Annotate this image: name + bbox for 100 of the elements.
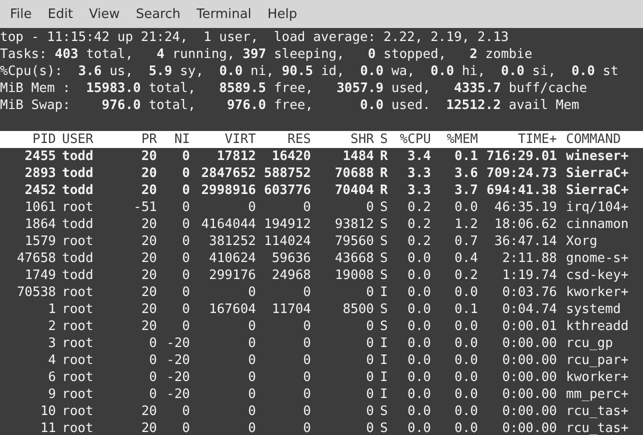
table-cell-text: 20 <box>140 267 157 284</box>
table-cell-text: 20 <box>140 403 157 420</box>
table-cell-text: 0 <box>302 335 311 352</box>
table-cell-text: todd <box>61 148 94 165</box>
summary-line: MiB Mem : 15983.0 total, 8589.5 free, 3057.9 used, 4335.7 buff/cache <box>0 80 588 97</box>
table-cell-text: 0.0 <box>454 403 478 420</box>
table-cell-text: 0:00.00 <box>501 420 557 435</box>
table-cell-text: 59636 <box>270 250 311 267</box>
table-cell-text: 70404 <box>334 182 374 199</box>
table-cell-text: 0.0 <box>406 250 431 267</box>
table-cell-text: csd-key+ <box>565 267 630 284</box>
table-cell-text: 0:03.76 <box>501 284 557 301</box>
table-cell-text: 0 <box>148 352 157 369</box>
table-cell-text: 10 <box>39 403 56 420</box>
table-cell-text: 46:35.19 <box>493 199 557 216</box>
menu-item[interactable]: Search <box>128 4 188 24</box>
table-cell-text: 0.0 <box>406 301 431 318</box>
table-cell-text: 8500 <box>342 301 374 318</box>
menu-item[interactable]: Help <box>259 4 306 24</box>
table-cell-text: -20 <box>166 335 190 352</box>
table-cell-text: 20 <box>140 182 157 199</box>
table-cell-text: 0 <box>365 369 374 386</box>
table-cell-text: 0 <box>247 386 256 403</box>
table-cell-text: 0 <box>302 318 311 335</box>
table-cell-text: 2452 <box>24 182 56 199</box>
table-cell-text: 36:47.14 <box>493 233 557 250</box>
table-cell-text: 2893 <box>24 165 56 182</box>
table-cell-text: 588752 <box>263 165 311 182</box>
table-cell-text: 0 <box>247 352 256 369</box>
table-cell-text: 0 <box>181 182 190 199</box>
table-cell-text: R <box>379 182 389 199</box>
table-cell-text: 16420 <box>270 148 311 165</box>
table-cell-text: 0 <box>302 199 311 216</box>
table-cell-text: 3.3 <box>406 182 431 199</box>
table-cell-text: 2455 <box>24 148 56 165</box>
table-cell-text: 0 <box>148 386 157 403</box>
table-cell-text: 1 <box>47 301 56 318</box>
table-cell-text: 0.0 <box>406 284 431 301</box>
table-cell-text: 0 <box>247 318 256 335</box>
table-cell-text: 19008 <box>334 267 374 284</box>
table-cell-text: 0:00.00 <box>501 386 557 403</box>
table-cell-text: I <box>379 386 389 403</box>
table-cell-text: gnome-s+ <box>565 250 630 267</box>
table-cell-text: 1061 <box>24 199 56 216</box>
table-cell-text: 0 <box>302 420 311 435</box>
column-header: RES <box>286 131 311 148</box>
table-cell-text: S <box>379 233 389 250</box>
table-cell-text: 603776 <box>263 182 311 199</box>
table-cell-text: 381252 <box>208 233 256 250</box>
table-cell-text: 0 <box>302 386 311 403</box>
table-cell-text: 0.0 <box>454 386 478 403</box>
table-cell-text: -20 <box>166 369 190 386</box>
table-cell-text: 0.0 <box>406 420 431 435</box>
table-cell-text: -20 <box>166 386 190 403</box>
menu-item[interactable]: File <box>2 4 40 24</box>
table-cell-text: root <box>61 233 94 250</box>
table-cell-text: 0.2 <box>406 233 431 250</box>
table-cell-text: wineser+ <box>565 148 630 165</box>
table-cell-text: 1.2 <box>454 216 478 233</box>
column-header: COMMAND <box>565 131 622 148</box>
table-cell-text: 0 <box>247 403 256 420</box>
column-header: TIME+ <box>516 131 557 148</box>
table-cell-text: 0 <box>302 403 311 420</box>
table-cell-text: 79560 <box>334 233 374 250</box>
menu-item[interactable]: Edit <box>40 4 81 24</box>
table-cell-text: 0 <box>181 284 190 301</box>
table-cell-text: 3 <box>47 335 56 352</box>
table-cell-text: 0.2 <box>406 199 431 216</box>
table-cell-text: 0.0 <box>454 369 478 386</box>
table-cell-text: 17812 <box>216 148 256 165</box>
table-cell-text: 0.0 <box>406 352 431 369</box>
table-cell-text: 0 <box>181 233 190 250</box>
menu-item[interactable]: Terminal <box>188 4 260 24</box>
table-cell-text: 0 <box>181 318 190 335</box>
table-cell-text: 709:24.73 <box>486 165 557 182</box>
table-cell-text: 0 <box>247 369 256 386</box>
table-cell-text: 0.0 <box>454 352 478 369</box>
table-cell-text: 70538 <box>16 284 56 301</box>
table-cell-text: 0 <box>365 335 374 352</box>
table-cell-text: 716:29.01 <box>486 148 557 165</box>
table-cell-text: 3.6 <box>454 165 478 182</box>
table-cell-text: rcu_tas+ <box>565 420 630 435</box>
table-cell-text: 4164044 <box>200 216 256 233</box>
table-cell-text: mm_perc+ <box>565 386 630 403</box>
summary-line: MiB Swap: 976.0 total, 976.0 free, 0.0 used. 12512.2 avail Mem <box>0 97 580 114</box>
summary-line: %Cpu(s): 3.6 us, 5.9 sy, 0.0 ni, 90.5 id, 0.0 wa, 0.0 hi, 0.0 si, 0.0 st <box>0 63 620 80</box>
table-cell-text: 0:00.00 <box>501 369 557 386</box>
table-cell-text: 0 <box>181 165 190 182</box>
table-cell-text: 1749 <box>24 267 56 284</box>
table-cell-text: todd <box>61 165 94 182</box>
table-cell-text: 0 <box>247 420 256 435</box>
table-cell-text: root <box>61 284 94 301</box>
table-cell-text: 0 <box>181 216 190 233</box>
table-cell-text: 0.0 <box>406 369 431 386</box>
table-cell-text: I <box>379 352 389 369</box>
table-cell-text: 0.0 <box>406 318 431 335</box>
table-cell-text: 1864 <box>24 216 56 233</box>
table-cell-text: root <box>61 301 94 318</box>
menu-item[interactable]: View <box>80 4 128 24</box>
table-cell-text: rcu_par+ <box>565 352 630 369</box>
